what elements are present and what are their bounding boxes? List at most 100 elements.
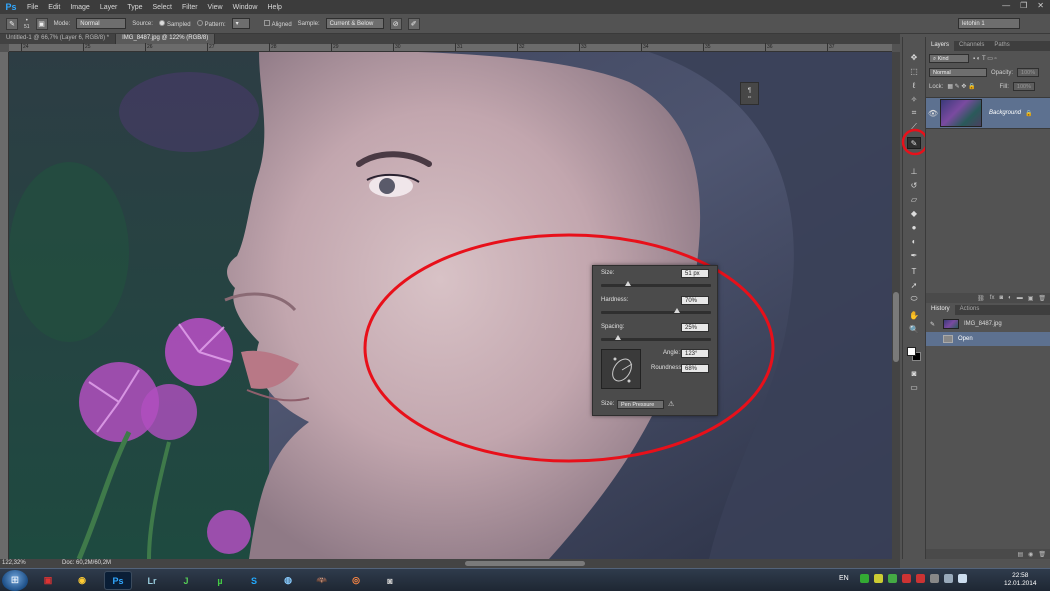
minimize-button[interactable]: — — [1002, 1, 1010, 10]
move-tool-icon[interactable]: ✥ — [907, 51, 921, 63]
taskbar-eye-icon[interactable]: ◎ — [342, 571, 370, 590]
vertical-scrollbar[interactable] — [892, 52, 900, 559]
bp-spacing-slider[interactable] — [601, 335, 711, 341]
new-layer-icon[interactable]: ▣ — [1028, 295, 1034, 302]
taskbar-clock[interactable]: 22:58 12.01.2014 — [1004, 572, 1037, 588]
layer-style-icon[interactable]: fx — [990, 295, 995, 301]
opacity-field[interactable]: 100% — [1017, 68, 1040, 77]
input-language[interactable]: EN — [839, 575, 849, 582]
tray-network-icon[interactable] — [944, 574, 953, 583]
tab-channels[interactable]: Channels — [954, 41, 989, 51]
bp-size-field[interactable]: 51 px — [681, 269, 709, 278]
tray-app-icon-5[interactable] — [916, 574, 925, 583]
foreground-color-swatch[interactable] — [907, 347, 916, 356]
menu-file[interactable]: File — [22, 4, 43, 11]
menu-select[interactable]: Select — [148, 4, 177, 11]
aligned-checkbox[interactable]: Aligned — [263, 19, 292, 28]
menu-view[interactable]: View — [203, 4, 228, 11]
new-document-from-state-icon[interactable]: ▤ — [1017, 551, 1023, 558]
history-source-icon[interactable]: ✎ — [930, 321, 938, 328]
tray-app-icon-3[interactable] — [888, 574, 897, 583]
tray-app-icon-4[interactable] — [902, 574, 911, 583]
floating-panel-icon[interactable]: ¶ ▭ — [740, 82, 759, 105]
taskbar-camera-icon[interactable]: ◙ — [376, 571, 404, 590]
ignore-adjustment-layers-icon[interactable]: ⊘ — [389, 17, 402, 30]
menu-filter[interactable]: Filter — [177, 4, 203, 11]
mode-select[interactable]: Normal — [76, 18, 127, 29]
quick-mask-icon[interactable]: ◙ — [907, 367, 921, 379]
history-state-open[interactable]: Open — [926, 332, 1050, 346]
marquee-tool-icon[interactable]: ⬚ — [907, 65, 921, 77]
dodge-tool-icon[interactable]: ◐ — [907, 235, 921, 247]
pattern-radio[interactable]: Pattern: — [196, 19, 226, 28]
bp-spacing-knob[interactable] — [614, 335, 621, 340]
taskbar-network-icon[interactable]: ◍ — [274, 571, 302, 590]
history-brush-tool-icon[interactable]: ↺ — [907, 179, 921, 191]
brush-tip-preview[interactable] — [601, 349, 641, 389]
blur-tool-icon[interactable]: ● — [907, 221, 921, 233]
taskbar-jdownloader-icon[interactable]: J — [172, 571, 200, 590]
lasso-tool-icon[interactable]: ℓ — [907, 79, 921, 91]
healing-brush-preset-icon[interactable]: ✎ — [6, 17, 18, 30]
menu-help[interactable]: Help — [263, 4, 287, 11]
crop-tool-icon[interactable]: ⌗ — [907, 107, 921, 119]
clone-stamp-tool-icon[interactable]: ⊥ — [907, 165, 921, 177]
taskbar-app-save-icon[interactable]: ▣ — [34, 571, 62, 590]
eraser-tool-icon[interactable]: ▱ — [907, 193, 921, 205]
zoom-tool-icon[interactable]: 🔍 — [907, 323, 921, 335]
history-snapshot[interactable]: ✎ IMG_8487.jpg — [926, 317, 1050, 331]
brush-panel-toggle-icon[interactable]: ▣ — [35, 17, 48, 30]
tray-app-icon-6[interactable] — [930, 574, 939, 583]
bp-size-control-select[interactable]: Pen Pressure — [617, 400, 664, 409]
tray-app-icon-2[interactable] — [874, 574, 883, 583]
quick-select-tool-icon[interactable]: ✧ — [907, 93, 921, 105]
new-group-icon[interactable]: ▬ — [1017, 295, 1023, 301]
menu-window[interactable]: Window — [228, 4, 263, 11]
zoom-level[interactable]: 122,32% — [2, 560, 26, 566]
sample-select[interactable]: Current & Below — [325, 18, 384, 29]
new-snapshot-icon[interactable]: ◉ — [1028, 551, 1033, 558]
workspace-select[interactable]: letohin 1 — [958, 18, 1020, 29]
fill-field[interactable]: 100% — [1012, 82, 1035, 91]
paint-bucket-tool-icon[interactable]: ◆ — [907, 207, 921, 219]
vertical-scroll-thumb[interactable] — [893, 292, 899, 362]
tab-paths[interactable]: Paths — [989, 41, 1014, 51]
adjustment-layer-icon[interactable]: ◐ — [1008, 295, 1012, 301]
horizontal-scroll-thumb[interactable] — [465, 561, 585, 566]
taskbar-utorrent-icon[interactable]: µ — [206, 571, 234, 590]
layer-background[interactable]: 👁 Background 🔒 — [926, 97, 1050, 129]
lock-icons[interactable]: ▦ ✎ ✥ 🔒 — [947, 83, 975, 90]
document-info[interactable]: Doc: 60,2M/60,2M — [62, 560, 111, 566]
bp-hardness-knob[interactable] — [673, 308, 680, 313]
menu-image[interactable]: Image — [65, 4, 94, 11]
taskbar-lightroom-icon[interactable]: Lr — [138, 571, 166, 590]
path-selection-tool-icon[interactable]: ➚ — [907, 279, 921, 291]
add-mask-icon[interactable]: ◙ — [999, 295, 1003, 301]
close-button[interactable]: ✕ — [1037, 1, 1044, 10]
tray-app-icon-1[interactable] — [860, 574, 869, 583]
menu-layer[interactable]: Layer — [95, 4, 123, 11]
bp-size-knob[interactable] — [624, 281, 631, 286]
tab-img-8487[interactable]: IMG_8487.jpg @ 122% (RGB/8) — [116, 34, 216, 44]
tab-actions[interactable]: Actions — [955, 305, 985, 315]
pattern-picker[interactable]: ▾ — [231, 18, 250, 29]
taskbar-skype-icon[interactable]: S — [240, 571, 268, 590]
layer-filter-select[interactable]: ⌕ Kind — [929, 54, 969, 63]
taskbar-chrome-icon[interactable]: ◉ — [68, 571, 96, 590]
eye-icon[interactable]: 👁 — [926, 109, 940, 118]
delete-state-icon[interactable]: 🗑 — [1038, 551, 1046, 558]
canvas[interactable] — [9, 52, 892, 559]
shape-tool-icon[interactable]: ⬭ — [907, 293, 921, 305]
brush-picker[interactable]: • 51 — [24, 18, 30, 30]
bp-hardness-slider[interactable] — [601, 308, 711, 314]
bp-roundness-field[interactable]: 68% — [681, 364, 709, 373]
pressure-size-icon[interactable]: ✐ — [407, 17, 420, 30]
pen-tool-icon[interactable]: ✒ — [907, 249, 921, 261]
bp-hardness-field[interactable]: 70% — [681, 296, 709, 305]
link-layers-icon[interactable]: ⛓ — [977, 295, 985, 302]
menu-type[interactable]: Type — [122, 4, 147, 11]
bp-size-slider[interactable] — [601, 281, 711, 287]
tab-untitled-1[interactable]: Untitled-1 @ 66,7% (Layer 6, RGB/8) * — [0, 34, 117, 44]
layer-filter-icons[interactable]: ▪ ◐ T ▭ ▫ — [973, 55, 997, 62]
delete-layer-icon[interactable]: 🗑 — [1038, 295, 1046, 302]
